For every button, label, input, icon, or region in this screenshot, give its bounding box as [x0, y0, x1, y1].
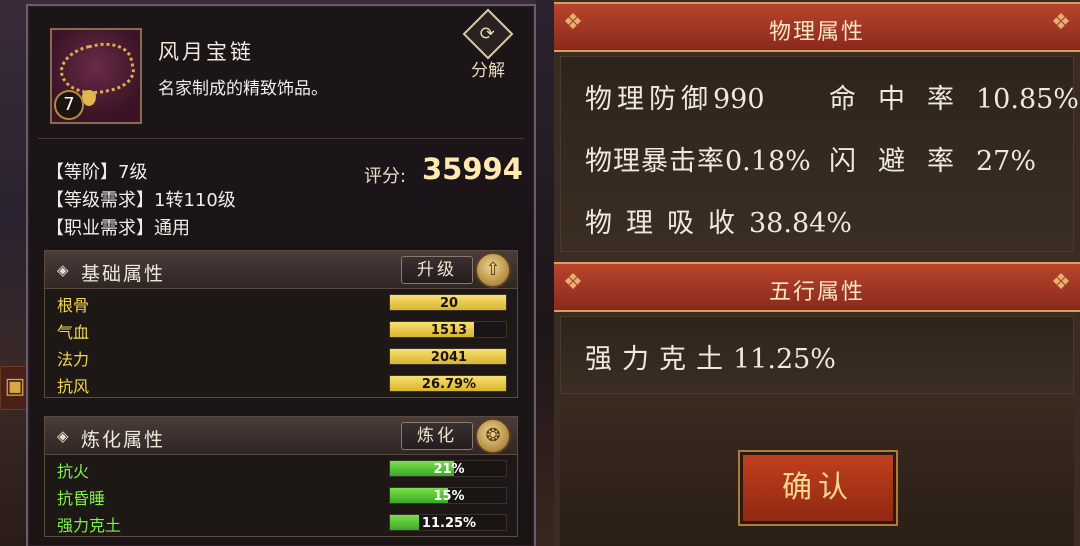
stat-row: 根骨 20 — [45, 289, 517, 316]
decompose-button[interactable]: ⟳ 分解 — [460, 8, 516, 81]
upgrade-arrow-icon[interactable]: ⇧ — [475, 252, 511, 288]
stat-row: 法力 2041 — [45, 343, 517, 370]
stat-value: 20 — [439, 296, 459, 311]
score-label: 评分: — [364, 166, 407, 187]
attr-physical-defense: 物理防御990 — [585, 84, 765, 115]
stat-name: 强力克土 — [57, 516, 122, 535]
stat-row: 抗火 21% — [45, 455, 517, 482]
stat-row: 气血 1513 — [45, 316, 517, 343]
scene-divider — [536, 0, 554, 546]
refine-attributes-header: ◈ 炼化属性 炼化 ❂ — [45, 417, 517, 455]
pendant-icon — [82, 90, 96, 106]
stat-name: 抗风 — [57, 377, 90, 396]
attr-hit-rate: 命中率10.85% — [829, 84, 1079, 115]
diamond-bullet-icon: ◈ — [57, 261, 69, 279]
basic-attributes-section: ◈ 基础属性 升级 ⇧ 根骨 20 气血 1513 法力 2041 抗风 26.79% — [44, 250, 518, 398]
corner-ornament-icon: ❖ — [1051, 10, 1071, 35]
item-level-badge: 7 — [54, 90, 84, 120]
corner-ornament-icon: ❖ — [1051, 270, 1071, 295]
stat-value: 26.79% — [421, 377, 477, 392]
confirm-button[interactable]: 确认 — [738, 450, 898, 526]
stat-row: 强力克土 11.25% — [45, 509, 517, 536]
attr-crit-rate: 物理暴击率0.18% — [585, 146, 811, 177]
header-divider — [38, 138, 524, 139]
stat-bar: 2041 — [389, 348, 507, 365]
upgrade-button[interactable]: 升级 — [401, 256, 473, 284]
basic-attributes-header: ◈ 基础属性 升级 ⇧ — [45, 251, 517, 289]
stat-name: 法力 — [57, 350, 90, 369]
item-name: 风月宝链 — [158, 40, 254, 64]
stat-bar: 15% — [389, 487, 507, 504]
stat-value: 1513 — [430, 323, 468, 338]
diamond-bullet-icon: ◈ — [57, 427, 69, 445]
class-requirement-line: 【职业需求】通用 — [46, 218, 190, 239]
physical-attributes-box: 物理防御990 命中率10.85% 物理暴击率0.18% 闪避率27% 物理吸收… — [560, 56, 1079, 252]
stat-name: 根骨 — [57, 296, 90, 315]
attr-physical-absorb: 物理吸收38.84% — [585, 208, 852, 239]
decompose-label: 分解 — [471, 61, 505, 81]
stat-name: 气血 — [57, 323, 90, 342]
stat-value: 15% — [433, 489, 465, 504]
item-description: 名家制成的精致饰品。 — [158, 79, 328, 99]
stat-bar: 1513 — [389, 321, 507, 338]
stat-value: 11.25% — [421, 516, 477, 531]
elements-title: 五行属性 — [768, 280, 865, 305]
physical-attributes-banner: ❖ 物理属性 ❖ — [554, 2, 1080, 52]
refine-stats-list: 抗火 21% 抗昏睡 15% 强力克土 11.25% — [45, 455, 517, 536]
plaque-glyph: ▣ — [4, 374, 26, 399]
elements-banner: ❖ 五行属性 ❖ — [554, 262, 1080, 312]
section-title: 炼化属性 — [81, 429, 166, 451]
item-tooltip: 7 风月宝链 名家制成的精致饰品。 ⟳ 分解 【等阶】7级 【等级需求】1转11… — [26, 4, 536, 546]
stat-name: 抗昏睡 — [57, 489, 106, 508]
stat-row: 抗风 26.79% — [45, 370, 517, 397]
refine-cauldron-icon[interactable]: ❂ — [475, 418, 511, 454]
stat-name: 抗火 — [57, 462, 90, 481]
section-title: 基础属性 — [81, 263, 166, 285]
refine-button[interactable]: 炼化 — [401, 422, 473, 450]
attr-dodge-rate: 闪避率27% — [829, 146, 1037, 177]
stat-value: 21% — [433, 462, 465, 477]
score-value: 35994 — [422, 152, 523, 186]
stat-bar: 26.79% — [389, 375, 507, 392]
recycle-icon: ⟳ — [462, 8, 514, 60]
stat-bar: 11.25% — [389, 514, 507, 531]
refine-attributes-section: ◈ 炼化属性 炼化 ❂ 抗火 21% 抗昏睡 15% 强力克土 11.25% — [44, 416, 518, 537]
elements-box: 强力克土11.25% — [560, 316, 1074, 394]
basic-stats-list: 根骨 20 气血 1513 法力 2041 抗风 26.79% — [45, 289, 517, 397]
level-requirement-line: 【等级需求】1转110级 — [46, 190, 236, 211]
attr-strong-vs-earth: 强力克土11.25% — [585, 344, 836, 375]
grade-line: 【等阶】7级 — [46, 162, 148, 183]
stat-row: 抗昏睡 15% — [45, 482, 517, 509]
physical-attributes-title: 物理属性 — [768, 20, 865, 45]
item-icon-frame: 7 — [50, 28, 142, 124]
stat-bar: 21% — [389, 460, 507, 477]
attribute-panel: ❖ 物理属性 ❖ 物理防御990 命中率10.85% 物理暴击率0.18% 闪避… — [554, 0, 1080, 546]
stat-bar: 20 — [389, 294, 507, 311]
stat-value: 2041 — [430, 350, 468, 365]
